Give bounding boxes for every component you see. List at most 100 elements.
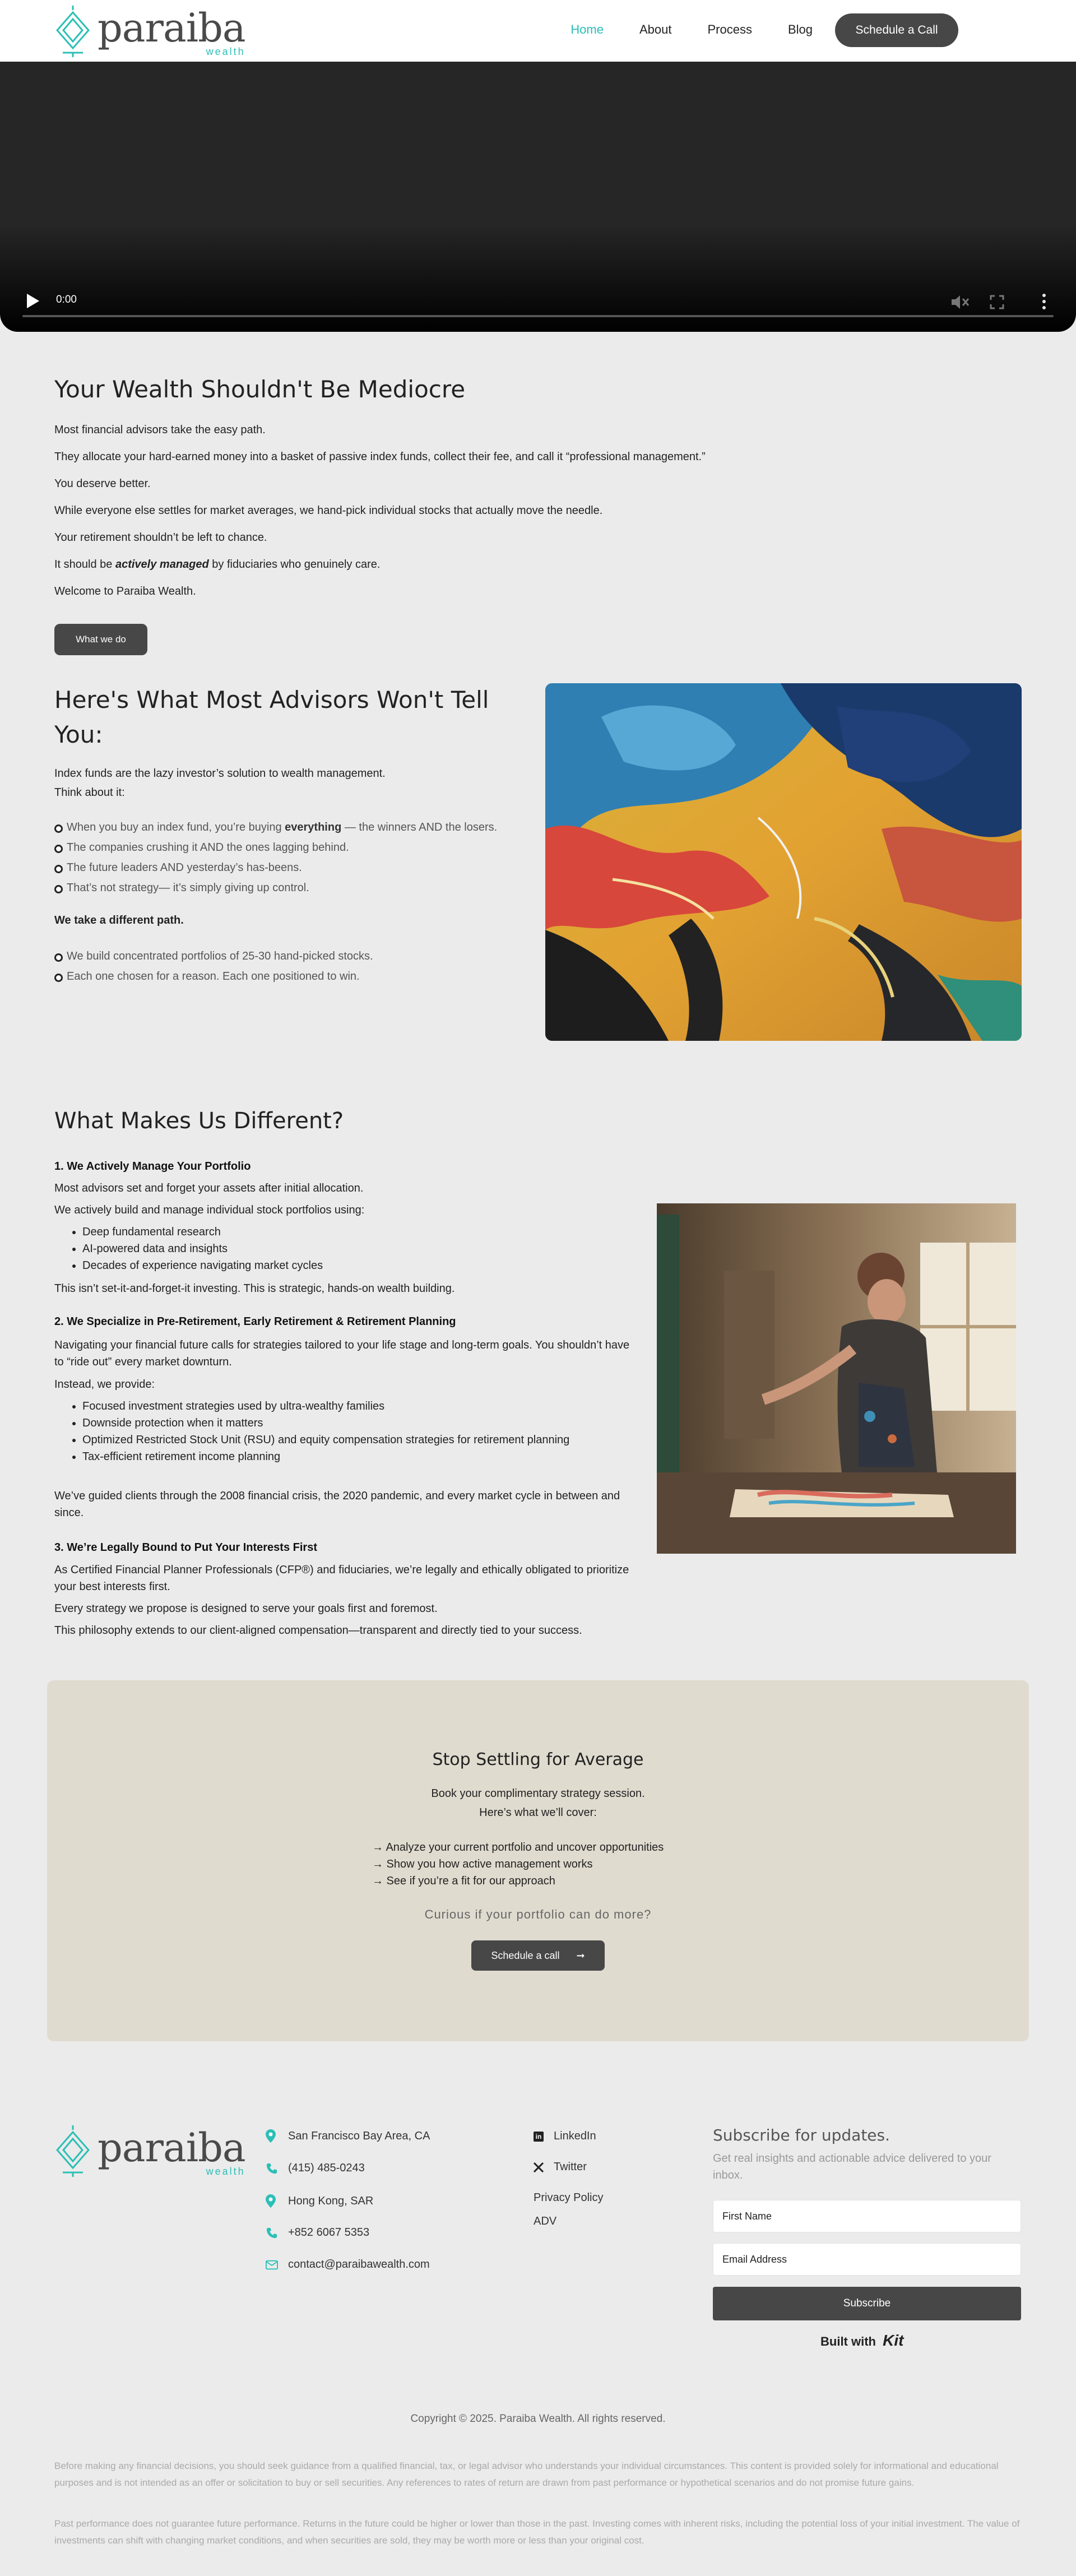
schedule-call-cta-button[interactable]: Schedule a call ➞: [471, 1940, 605, 1971]
list-item: Tax-efficient retirement income planning: [82, 1448, 637, 1465]
section2-p2: Instead, we provide:: [54, 1378, 155, 1391]
what-we-do-button[interactable]: What we do: [54, 624, 147, 655]
twitter-link[interactable]: Twitter: [534, 2161, 587, 2174]
list-item: When you buy an index fund, you’re buyin…: [54, 817, 497, 837]
intro-p6: It should be actively managed by fiducia…: [54, 558, 381, 571]
contact-text: (415) 485-0243: [288, 2162, 365, 2174]
contact-text: Hong Kong, SAR: [288, 2194, 374, 2207]
arrow-right-icon: ➞: [576, 1949, 585, 1961]
subscribe-button[interactable]: Subscribe: [713, 2287, 1021, 2320]
more-options-icon[interactable]: [1041, 294, 1047, 313]
section1-p1: Most advisors set and forget your assets…: [54, 1182, 364, 1194]
different-title: What Makes Us Different?: [54, 1108, 344, 1134]
header-logo[interactable]: paraiba wealth: [55, 4, 246, 58]
list-item: AI-powered data and insights: [82, 1240, 323, 1257]
logo-subtitle: wealth: [206, 2166, 245, 2177]
contact-text: San Francisco Bay Area, CA: [288, 2129, 430, 2142]
cta-line1: Book your complimentary strategy session…: [431, 1787, 645, 1800]
schedule-call-button[interactable]: Schedule a Call: [835, 13, 958, 47]
emphasis-text: actively managed: [115, 558, 209, 571]
location-pin-icon: [266, 2194, 276, 2208]
different-path-heading: We take a different path.: [54, 914, 184, 926]
nav-process[interactable]: Process: [707, 22, 752, 37]
play-icon[interactable]: [27, 294, 39, 308]
intro-title: Your Wealth Shouldn't Be Mediocre: [54, 376, 466, 403]
copyright: Copyright © 2025. Paraiba Wealth. All ri…: [410, 2413, 666, 2425]
fluid-art-image: [545, 683, 1022, 1041]
video-progress-track[interactable]: [22, 315, 1054, 317]
video-controls: 0:00: [0, 281, 1076, 332]
location-pin-icon: [266, 2129, 276, 2143]
section3-p2: Every strategy we propose is designed to…: [54, 1602, 438, 1615]
button-label: Schedule a call: [491, 1949, 560, 1961]
subscribe-description: Get real insights and actionable advice …: [713, 2152, 991, 2181]
intro-p7: Welcome to Paraiba Wealth.: [54, 585, 196, 597]
advisors-title: Here's What Most Advisors Won't Tell You…: [54, 686, 489, 748]
first-name-input[interactable]: First Name: [713, 2200, 1021, 2232]
linkedin-link[interactable]: in LinkedIn: [534, 2130, 596, 2143]
site-header: paraiba wealth Home About Process Blog S…: [0, 0, 1076, 62]
subscribe-title: Subscribe for updates.: [713, 2126, 891, 2144]
nav-blog[interactable]: Blog: [788, 22, 813, 37]
diamond-logo-icon: [56, 2125, 90, 2177]
fullscreen-icon[interactable]: [990, 295, 1004, 309]
logo-wordmark: paraiba: [98, 5, 246, 51]
strategy-session-cta: Stop Settling for Average Book your comp…: [47, 1680, 1029, 2041]
footer-logo[interactable]: paraiba wealth: [55, 2124, 246, 2178]
contact-text: contact@paraibawealth.com: [288, 2258, 430, 2271]
contact-location-sf: San Francisco Bay Area, CA: [266, 2129, 430, 2143]
list-item: Each one chosen for a reason. Each one p…: [54, 966, 373, 986]
disclaimer-2: Past performance does not guarantee futu…: [54, 2518, 1020, 2546]
link-label: LinkedIn: [554, 2130, 596, 2142]
painter-photo: [657, 1203, 1016, 1554]
contact-email[interactable]: contact@paraibawealth.com: [266, 2258, 430, 2271]
list-item: → See if you’re a fit for our approach: [372, 1875, 555, 1887]
diamond-logo-icon: [56, 6, 90, 57]
section3-p3: This philosophy extends to our client-al…: [54, 1624, 582, 1637]
list-item: Optimized Restricted Stock Unit (RSU) an…: [82, 1431, 637, 1448]
advisors-lead2: Think about it:: [54, 786, 125, 799]
section1-heading: 1. We Actively Manage Your Portfolio: [54, 1160, 251, 1173]
kit-logo: Kit: [883, 2332, 904, 2349]
intro-p1: Most financial advisors take the easy pa…: [54, 424, 266, 436]
section3-heading: 3. We’re Legally Bound to Put Your Inter…: [54, 1541, 317, 1554]
list-item: That’s not strategy— it’s simply giving …: [54, 878, 497, 898]
built-with-label: Built with: [820, 2334, 876, 2348]
intro-p5: Your retirement shouldn’t be left to cha…: [54, 531, 267, 544]
advisors-bullets: When you buy an index fund, you’re buyin…: [54, 817, 497, 898]
intro-p4: While everyone else settles for market a…: [54, 504, 603, 517]
advisors-lead1: Index funds are the lazy investor’s solu…: [54, 767, 386, 780]
path-bullets: We build concentrated portfolios of 25-3…: [54, 946, 373, 986]
section1-p3: This isn’t set-it-and-forget-it investin…: [54, 1282, 455, 1295]
x-twitter-icon: [534, 2162, 544, 2172]
nav-about[interactable]: About: [639, 22, 672, 37]
cta-line2: Here’s what we’ll cover:: [479, 1806, 597, 1819]
nav-home[interactable]: Home: [571, 22, 604, 37]
intro-p3: You deserve better.: [54, 478, 151, 490]
section1-p2: We actively build and manage individual …: [54, 1204, 365, 1216]
logo-subtitle: wealth: [206, 46, 245, 57]
list-item: → Show you how active management works: [372, 1858, 593, 1870]
cta-title: Stop Settling for Average: [432, 1750, 644, 1769]
list-item: → Analyze your current portfolio and unc…: [372, 1841, 664, 1854]
hero-video[interactable]: 0:00: [0, 62, 1076, 332]
disclaimer-1: Before making any financial decisions, y…: [54, 2461, 999, 2488]
volume-muted-icon[interactable]: [950, 294, 970, 311]
privacy-policy-link[interactable]: Privacy Policy: [534, 2192, 603, 2204]
phone-icon: [266, 2163, 277, 2174]
adv-link[interactable]: ADV: [534, 2215, 556, 2228]
contact-text: +852 6067 5353: [288, 2226, 370, 2239]
list-item: Decades of experience navigating market …: [82, 1257, 323, 1274]
built-with-kit[interactable]: Built with Kit: [820, 2332, 903, 2350]
contact-phone-hk[interactable]: +852 6067 5353: [266, 2226, 369, 2239]
phone-icon: [266, 2227, 277, 2238]
contact-phone-us[interactable]: (415) 485-0243: [266, 2162, 365, 2175]
list-item: Downside protection when it matters: [82, 1415, 637, 1431]
list-item: The future leaders AND yesterday’s has-b…: [54, 858, 497, 878]
section2-p3: We’ve guided clients through the 2008 fi…: [54, 1490, 620, 1519]
list-item: The companies crushing it AND the ones l…: [54, 837, 497, 858]
email-icon: [266, 2260, 278, 2269]
email-input[interactable]: Email Address: [713, 2243, 1021, 2276]
section3-p1: As Certified Financial Planner Professio…: [54, 1564, 629, 1593]
section1-list: Deep fundamental research AI-powered dat…: [54, 1224, 323, 1274]
